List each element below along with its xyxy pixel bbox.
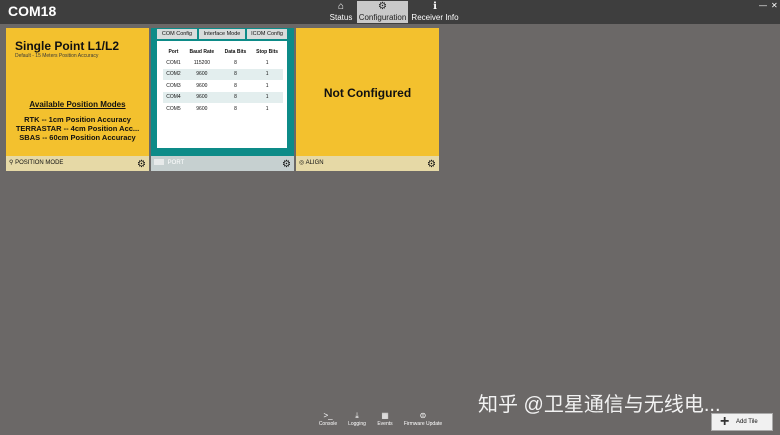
tab-com-config[interactable]: COM Config xyxy=(157,29,197,39)
tab-interface-mode[interactable]: Interface Mode xyxy=(199,29,245,39)
table-row[interactable]: COM2 9600 8 1 xyxy=(163,68,283,80)
nav-receiver-info[interactable]: ℹ Receiver Info xyxy=(410,1,460,23)
available-modes-heading: Available Position Modes xyxy=(29,100,126,109)
column-header: Port xyxy=(168,48,179,55)
logging-label: Logging xyxy=(348,421,366,427)
events-button[interactable]: ▦ Events xyxy=(373,410,397,432)
baud-cell: 9600 xyxy=(196,82,208,89)
table-row[interactable]: COM1 115200 8 1 xyxy=(163,57,283,69)
data-bits-cell: 8 xyxy=(219,68,252,80)
position-mode-footer-label: POSITION MODE xyxy=(15,160,64,166)
console-button[interactable]: >_ Console xyxy=(314,410,342,432)
port-settings-icon[interactable]: ⚙ xyxy=(282,160,292,170)
port-cell: COM1 xyxy=(166,59,181,66)
position-mode-title: Single Point L1/L2 xyxy=(15,39,120,53)
table-row[interactable]: COM5 9600 8 1 xyxy=(163,103,283,115)
data-bits-cell: 8 xyxy=(234,59,237,66)
stop-bits-cell: 1 xyxy=(251,68,283,80)
port-footer-label: PORT xyxy=(167,160,185,166)
align-footer-label: ALIGN xyxy=(305,160,324,166)
top-bar: COM18 ⌂ Status ⚙ Configuration ℹ Receive… xyxy=(0,0,780,24)
compass-icon: ◎ xyxy=(299,160,305,166)
data-bits-cell: 8 xyxy=(234,82,237,89)
position-mode-footer: ⚲ POSITION MODE xyxy=(6,156,149,171)
port-cell: COM3 xyxy=(166,82,181,89)
column-header: Data Bits xyxy=(224,48,247,55)
column-header: Baud Rate xyxy=(189,48,215,55)
mode-item: RTK -- 1cm Position Accuracy xyxy=(24,115,131,124)
data-bits-cell: 8 xyxy=(219,91,252,103)
info-icon: ℹ xyxy=(433,1,437,12)
position-mode-tile[interactable]: Single Point L1/L2 Default - 15 Meters P… xyxy=(6,28,149,171)
stop-bits-cell: 1 xyxy=(265,105,269,112)
close-button[interactable]: ✕ xyxy=(771,1,778,10)
nav-status[interactable]: ⌂ Status xyxy=(326,1,356,23)
data-bits-cell: 8 xyxy=(234,105,237,112)
port-cell: COM5 xyxy=(166,105,181,112)
port-table: Port Baud Rate Data Bits Stop Bits COM1 … xyxy=(163,46,283,115)
port-tabs: COM Config Interface Mode ICOM Config xyxy=(157,29,287,39)
position-mode-subtitle: Default - 15 Meters Position Accuracy xyxy=(15,53,99,59)
table-row[interactable]: COM3 9600 8 1 xyxy=(163,80,283,92)
port-icon xyxy=(154,159,164,166)
plus-icon: + xyxy=(720,413,730,430)
download-icon: ⤓ xyxy=(355,411,359,420)
logging-button[interactable]: ⤓ Logging xyxy=(344,410,370,432)
table-row[interactable]: COM4 9600 8 1 xyxy=(163,91,283,103)
calendar-icon: ▦ xyxy=(381,411,389,420)
port-cell: COM2 xyxy=(163,68,184,80)
position-mode-settings-icon[interactable]: ⚙ xyxy=(137,160,147,170)
stop-bits-cell: 1 xyxy=(265,59,269,66)
minimize-button[interactable]: — xyxy=(759,1,767,10)
port-cell: COM4 xyxy=(163,91,184,103)
baud-cell: 9600 xyxy=(196,105,208,112)
align-footer: ◎ ALIGN xyxy=(296,156,439,171)
nav-receiver-info-label: Receiver Info xyxy=(411,13,459,22)
nav-status-label: Status xyxy=(329,13,353,22)
align-settings-icon[interactable]: ⚙ xyxy=(427,160,437,170)
add-tile-button[interactable]: + Add Tile xyxy=(711,413,773,431)
add-tile-label: Add Tile xyxy=(736,419,758,425)
stop-bits-cell: 1 xyxy=(265,82,269,89)
app-title: COM18 xyxy=(8,3,57,19)
port-footer: PORT xyxy=(151,156,294,171)
firmware-update-button[interactable]: ⊜ Firmware Update xyxy=(400,410,446,432)
align-status: Not Configured xyxy=(323,86,412,100)
baud-cell: 9600 xyxy=(183,68,220,80)
mode-item: SBAS -- 60cm Position Accuracy xyxy=(19,133,136,142)
console-label: Console xyxy=(318,421,338,427)
nav-configuration[interactable]: ⚙ Configuration xyxy=(357,1,408,23)
align-tile[interactable]: Not Configured ◎ ALIGN ⚙ xyxy=(296,28,439,171)
home-icon: ⌂ xyxy=(337,1,345,12)
baud-cell: 9600 xyxy=(183,91,220,103)
nav-configuration-label: Configuration xyxy=(358,13,407,22)
stop-bits-cell: 1 xyxy=(251,91,283,103)
port-table-panel: Port Baud Rate Data Bits Stop Bits COM1 … xyxy=(157,41,287,148)
mode-item: TERRASTAR -- 4cm Position Acc... xyxy=(15,124,140,133)
location-pin-icon: ⚲ xyxy=(9,160,14,166)
baud-cell: 115200 xyxy=(193,59,211,66)
events-label: Events xyxy=(377,421,393,427)
firmware-update-label: Firmware Update xyxy=(403,421,443,427)
port-tile[interactable]: COM Config Interface Mode ICOM Config Po… xyxy=(151,28,294,171)
gear-icon: ⚙ xyxy=(378,1,387,12)
watermark: 知乎 @卫星通信与无线电... xyxy=(478,394,721,416)
firmware-icon: ⊜ xyxy=(419,411,427,420)
tab-icom-config[interactable]: ICOM Config xyxy=(247,29,287,39)
column-header: Stop Bits xyxy=(256,48,279,55)
console-icon: >_ xyxy=(323,411,333,420)
table-header-row: Port Baud Rate Data Bits Stop Bits xyxy=(163,46,283,57)
